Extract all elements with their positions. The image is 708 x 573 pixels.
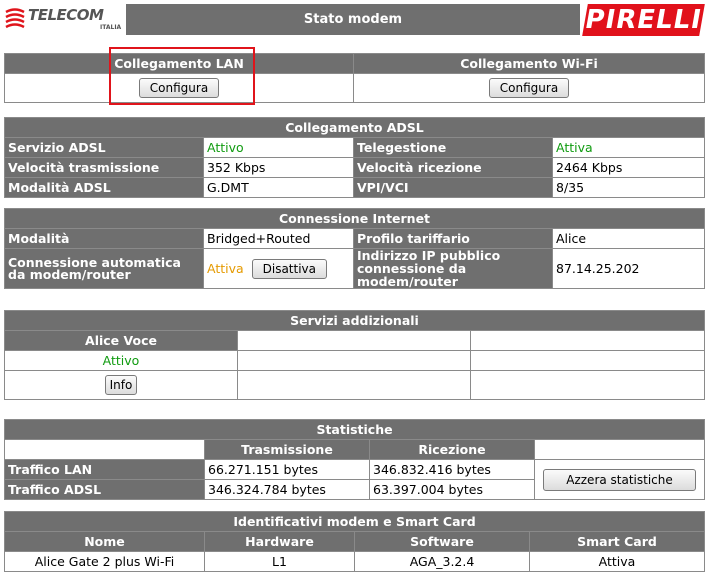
tariff-profile-value: Alice <box>551 228 706 249</box>
downstream-speed-label: Velocità ricezione <box>353 157 553 178</box>
page-title: Stato modem <box>126 4 580 35</box>
identifiers-section-title: Identificativi modem e Smart Card <box>4 511 705 532</box>
services-section-title: Servizi addizionali <box>4 310 705 331</box>
name-header: Nome <box>4 531 205 552</box>
software-value: AGA_3.2.4 <box>354 551 530 572</box>
alice-voice-info-cell: Info <box>4 370 238 400</box>
lan-traffic-tx: 66.271.151 bytes <box>204 459 370 480</box>
alice-voice-status: Attivo <box>4 350 238 371</box>
identifiers-table: Identificativi modem e Smart Card Nome H… <box>4 511 705 572</box>
adsl-traffic-rx: 63.397.004 bytes <box>369 479 535 500</box>
alice-voice-header: Alice Voce <box>4 330 238 351</box>
remote-management-value: Attiva <box>551 137 706 158</box>
upstream-speed-value: 352 Kbps <box>203 157 354 178</box>
hardware-value: L1 <box>204 551 355 572</box>
empty-service-header-2 <box>237 330 471 351</box>
pirelli-logo: PIRELLI <box>582 4 705 36</box>
public-ip-label: Indirizzo IP pubblico connessione da mod… <box>353 248 553 289</box>
services-table: Servizi addizionali Alice Voce Attivo In… <box>4 310 705 400</box>
auto-connection-cell: Attiva Disattiva <box>203 248 354 289</box>
lan-traffic-rx: 346.832.416 bytes <box>369 459 535 480</box>
reception-header: Ricezione <box>369 439 535 460</box>
adsl-traffic-tx: 346.324.784 bytes <box>204 479 370 500</box>
auto-connection-status: Attiva <box>207 260 244 276</box>
telecom-wave-icon <box>5 8 25 29</box>
vpi-vci-label: VPI/VCI <box>353 177 553 198</box>
telecom-logo-text: TELECOM <box>28 6 104 24</box>
adsl-service-value: Attivo <box>203 137 354 158</box>
adsl-mode-label: Modalità ADSL <box>4 177 204 198</box>
adsl-mode-value: G.DMT <box>203 177 354 198</box>
telecom-logo-subtext: ITALIA <box>100 24 122 31</box>
internet-mode-value: Bridged+Routed <box>203 228 354 249</box>
statistics-table: Statistiche Trasmissione Ricezione Traff… <box>3 419 706 500</box>
statistics-section-title: Statistiche <box>3 419 706 440</box>
adsl-service-label: Servizio ADSL <box>4 137 204 158</box>
reset-stats-cell: Azzera statistiche <box>533 459 706 500</box>
alice-voice-info-button[interactable]: Info <box>104 375 138 395</box>
empty-service-action-3 <box>470 370 705 400</box>
empty-service-header-3 <box>470 330 705 351</box>
public-ip-value: 87.14.25.202 <box>551 248 706 289</box>
upstream-speed-label: Velocità trasmissione <box>4 157 204 178</box>
adsl-section-title: Collegamento ADSL <box>3 117 706 138</box>
wifi-configure-cell: Configura <box>353 73 705 103</box>
smart-card-header: Smart Card <box>529 531 705 552</box>
hardware-header: Hardware <box>204 531 355 552</box>
telecom-logo: TELECOM ITALIA <box>4 4 124 34</box>
empty-service-status-3 <box>470 350 705 371</box>
disable-connection-button[interactable]: Disattiva <box>251 258 328 279</box>
lan-traffic-label: Traffico LAN <box>4 459 205 480</box>
auto-connection-label: Connessione automatica da modem/router <box>4 248 204 289</box>
smart-card-value: Attiva <box>529 551 705 572</box>
modem-name-value: Alice Gate 2 plus Wi-Fi <box>4 551 205 572</box>
tariff-profile-label: Profilo tariffario <box>353 228 553 249</box>
adsl-traffic-label: Traffico ADSL <box>4 479 205 500</box>
empty-service-action-2 <box>237 370 471 400</box>
stats-empty-header-2 <box>533 439 706 460</box>
remote-management-label: Telegestione <box>353 137 553 158</box>
downstream-speed-value: 2464 Kbps <box>551 157 706 178</box>
internet-table: Connessione Internet Modalità Bridged+Ro… <box>3 208 706 289</box>
vpi-vci-value: 8/35 <box>551 177 706 198</box>
internet-mode-label: Modalità <box>4 228 204 249</box>
reset-statistics-button[interactable]: Azzera statistiche <box>543 468 696 491</box>
wifi-configure-button[interactable]: Configura <box>488 78 570 98</box>
wifi-connection-header: Collegamento Wi-Fi <box>353 53 705 74</box>
software-header: Software <box>354 531 530 552</box>
transmission-header: Trasmissione <box>204 439 370 460</box>
stats-empty-header <box>4 439 205 460</box>
adsl-table: Collegamento ADSL Servizio ADSL Attivo T… <box>3 117 706 198</box>
lan-highlight-box <box>109 47 255 105</box>
internet-section-title: Connessione Internet <box>3 208 706 229</box>
empty-service-status-2 <box>237 350 471 371</box>
